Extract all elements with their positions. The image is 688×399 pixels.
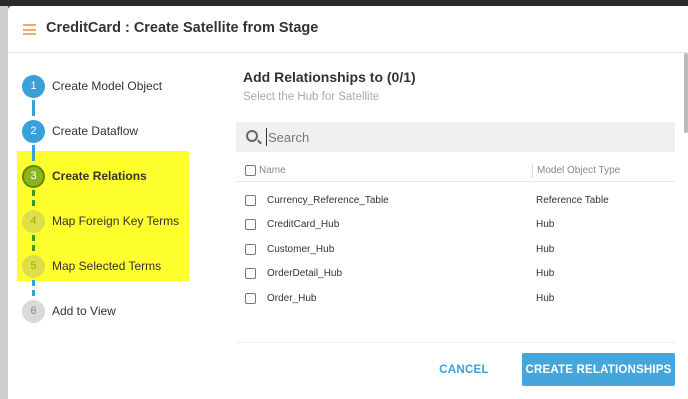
step-create-model-object[interactable]: 1 Create Model Object — [22, 75, 212, 99]
step-create-relations[interactable]: 3 Create Relations — [22, 165, 212, 189]
select-all-checkbox[interactable] — [245, 165, 256, 176]
create-relationships-button[interactable]: CREATE RELATIONSHIPS — [522, 353, 675, 386]
table-header: Name Model Object Type — [236, 160, 675, 182]
step-connector — [32, 145, 35, 161]
step-add-to-view[interactable]: 6 Add to View — [22, 300, 212, 324]
row-name: OrderDetail_Hub — [267, 268, 343, 279]
step-map-foreign-key-terms[interactable]: 4 Map Foreign Key Terms — [22, 210, 212, 234]
relationships-table: Name Model Object Type Currency_Referenc… — [236, 160, 675, 343]
step-number: 6 — [22, 300, 45, 323]
table-row[interactable]: Currency_Reference_Table Reference Table — [236, 189, 675, 213]
step-number: 3 — [22, 165, 45, 188]
row-type: Hub — [536, 219, 555, 230]
step-connector — [32, 100, 35, 116]
table-row[interactable]: Order_Hub Hub — [236, 287, 675, 311]
table-row[interactable]: CreditCard_Hub Hub — [236, 213, 675, 237]
row-checkbox[interactable] — [245, 293, 256, 304]
dialog-header: CreditCard : Create Satellite from Stage — [8, 6, 688, 53]
step-label: Create Dataflow — [52, 124, 139, 138]
step-number: 1 — [22, 75, 45, 98]
search-input[interactable] — [266, 128, 656, 146]
column-divider[interactable] — [532, 164, 533, 178]
row-name: CreditCard_Hub — [267, 219, 340, 230]
step-label: Add to View — [52, 304, 116, 318]
panel-scrollbar[interactable] — [684, 53, 688, 133]
step-number: 5 — [22, 255, 45, 278]
table-row[interactable]: Customer_Hub Hub — [236, 238, 675, 262]
step-connector — [32, 235, 35, 251]
background-page-edge — [0, 6, 8, 399]
wizard-stepper: 1 Create Model Object 2 Create Dataflow … — [8, 53, 223, 399]
section-subtitle: Select the Hub for Satellite — [243, 91, 380, 103]
row-type: Hub — [536, 268, 555, 279]
row-checkbox[interactable] — [245, 268, 256, 279]
step-label: Create Model Object — [52, 79, 163, 93]
step-number: 4 — [22, 210, 45, 233]
step-number: 2 — [22, 120, 45, 143]
menu-icon[interactable] — [23, 24, 36, 35]
cancel-button[interactable]: CANCEL — [428, 355, 500, 385]
row-type: Hub — [536, 293, 555, 304]
create-satellite-dialog: CreditCard : Create Satellite from Stage… — [8, 6, 688, 399]
step-connector — [32, 280, 35, 296]
row-checkbox[interactable] — [245, 219, 256, 230]
relationships-panel: Add Relationships to (0/1) Select the Hu… — [236, 53, 676, 343]
step-create-dataflow[interactable]: 2 Create Dataflow — [22, 120, 212, 144]
step-label: Map Selected Terms — [52, 259, 162, 273]
row-checkbox[interactable] — [245, 244, 256, 255]
row-checkbox[interactable] — [245, 195, 256, 206]
row-name: Order_Hub — [267, 293, 317, 304]
step-label: Create Relations — [52, 169, 147, 183]
search-box — [236, 122, 675, 152]
row-type: Hub — [536, 244, 555, 255]
dialog-title: CreditCard : Create Satellite from Stage — [46, 20, 319, 36]
row-name: Customer_Hub — [267, 244, 335, 255]
step-connector — [32, 190, 35, 206]
search-icon — [246, 130, 258, 142]
section-title: Add Relationships to (0/1) — [243, 69, 416, 85]
column-header-name[interactable]: Name — [259, 165, 286, 176]
row-type: Reference Table — [536, 195, 609, 206]
column-header-type[interactable]: Model Object Type — [537, 165, 620, 176]
row-name: Currency_Reference_Table — [267, 195, 389, 206]
step-label: Map Foreign Key Terms — [52, 214, 180, 228]
step-map-selected-terms[interactable]: 5 Map Selected Terms — [22, 255, 212, 279]
table-row[interactable]: OrderDetail_Hub Hub — [236, 262, 675, 286]
